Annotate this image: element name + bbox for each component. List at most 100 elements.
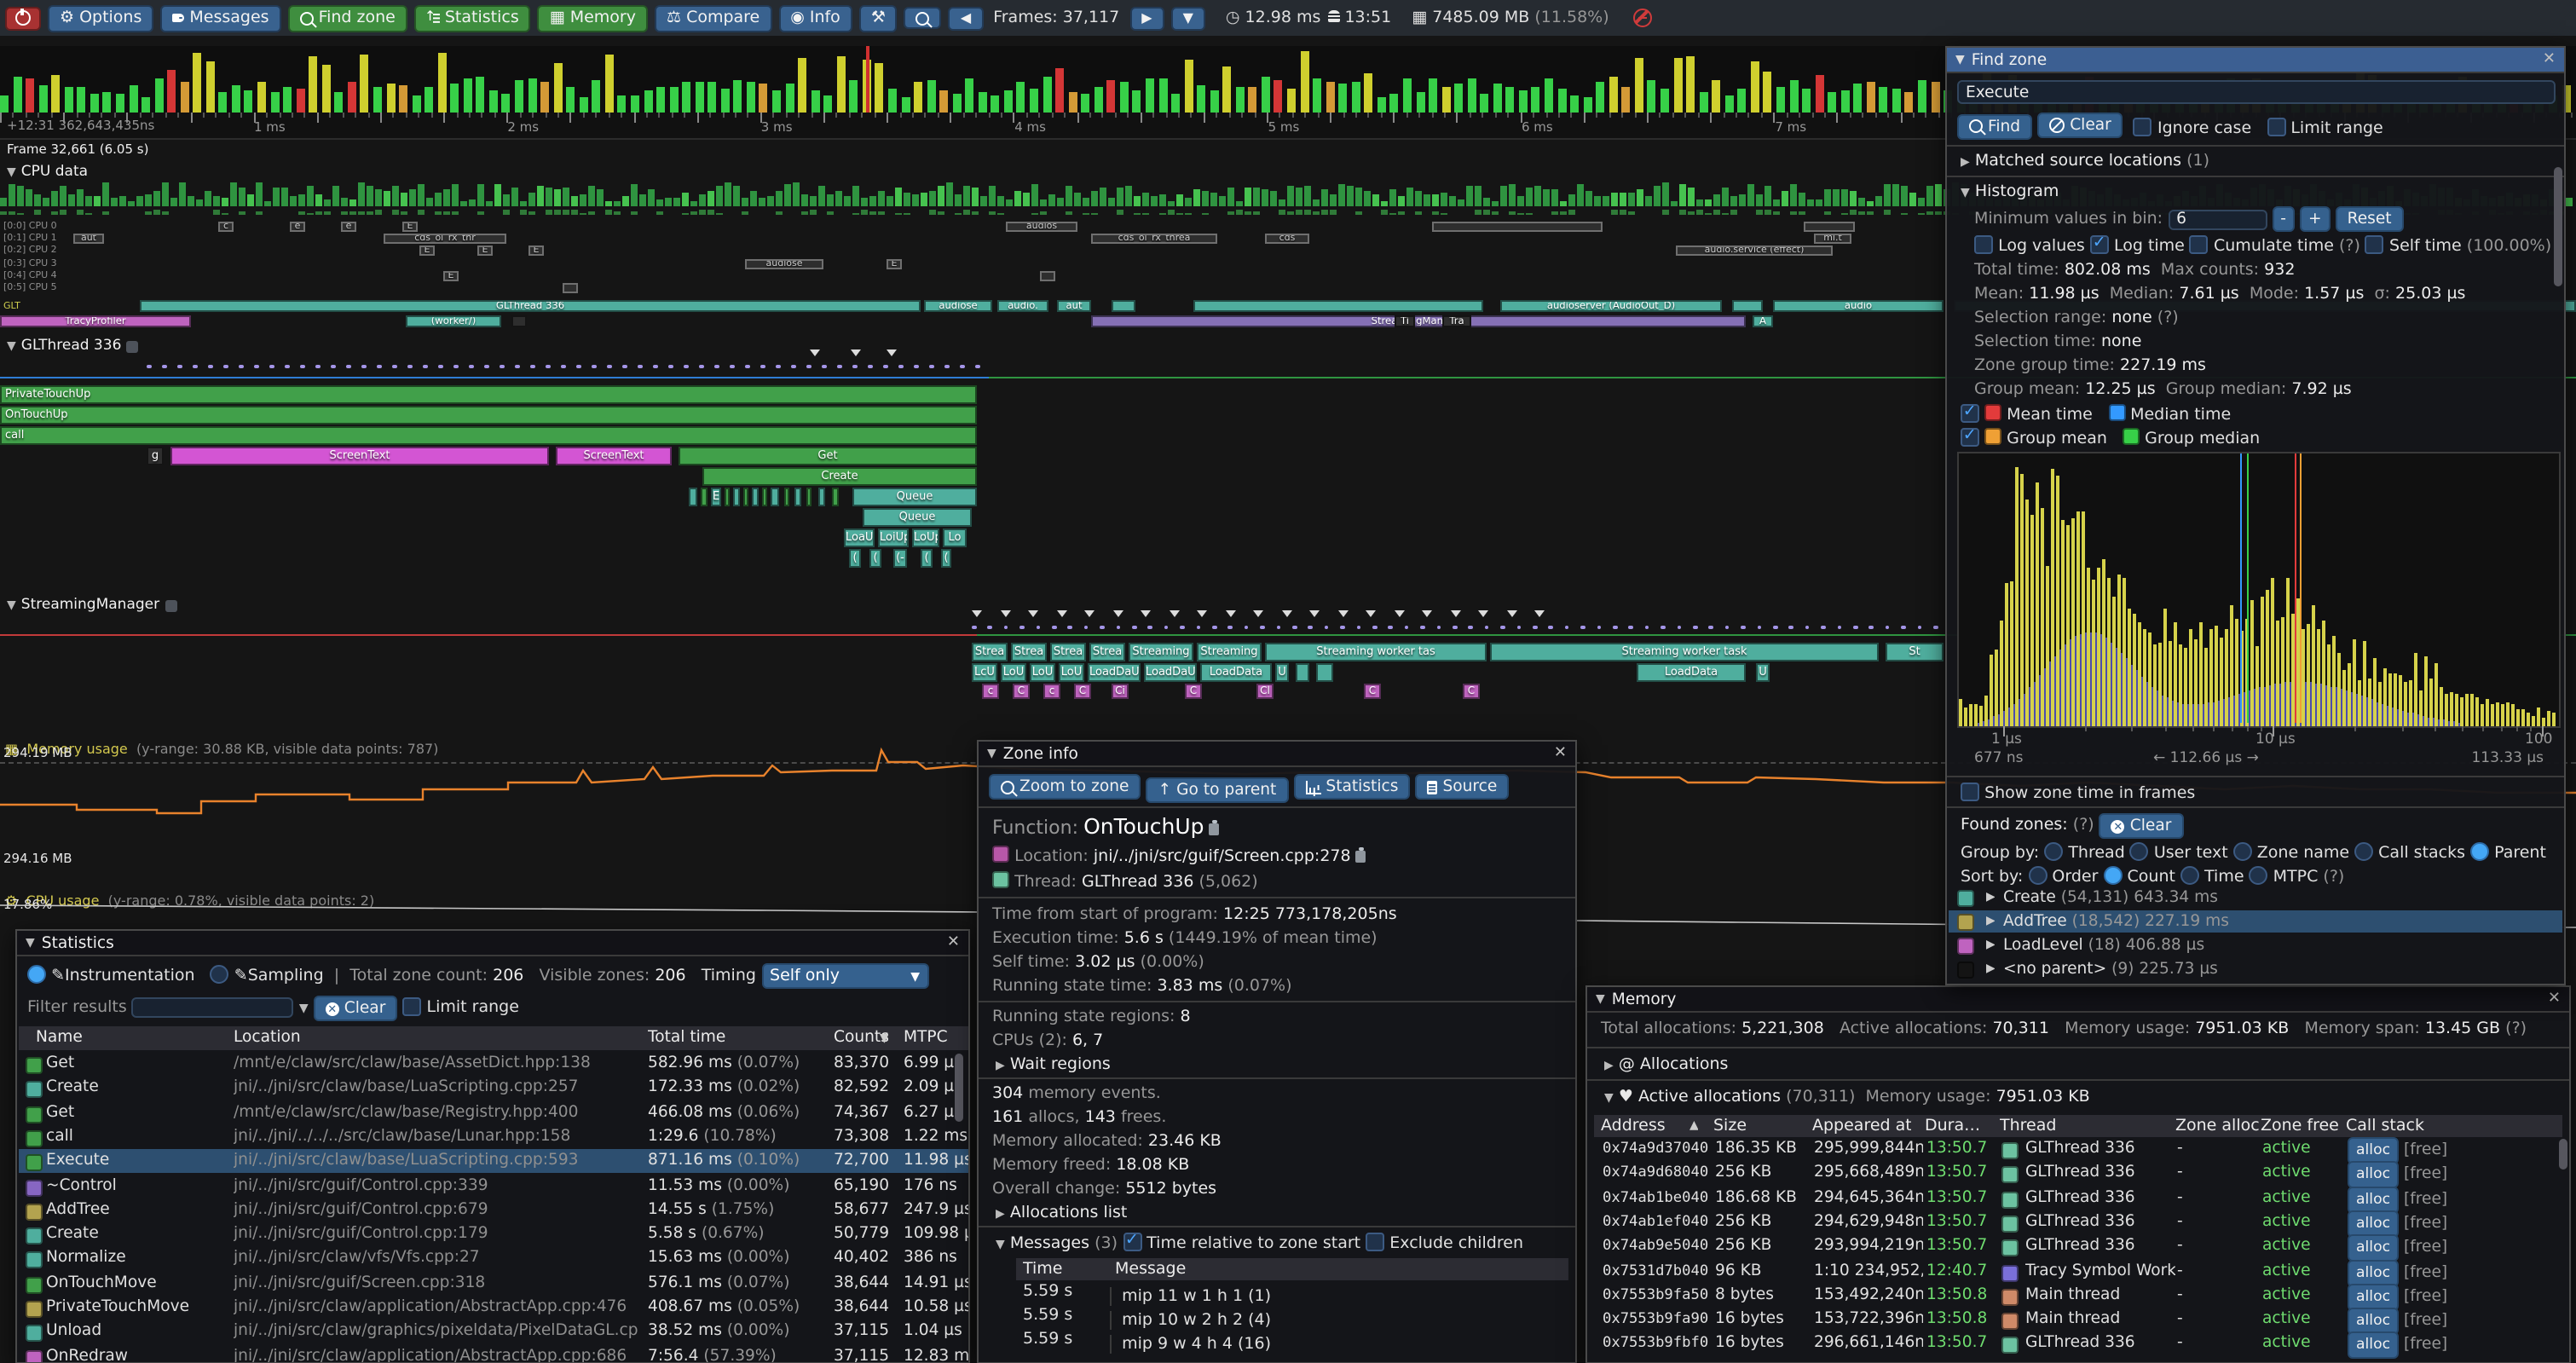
- found-zones-list[interactable]: ▶ Create (54,131) 643.34 ms ▶ AddTree (1…: [1947, 887, 2566, 985]
- histogram-plot[interactable]: [1957, 452, 2561, 728]
- memory-panel-header[interactable]: ▼Memory✕: [1587, 987, 2569, 1013]
- zoom-tool-button[interactable]: [904, 7, 942, 29]
- alloc-callstack-button[interactable]: alloc: [2348, 1162, 2399, 1189]
- memory-row[interactable]: 0x74a9d37040 186.35 KB 295,999,844ns 13:…: [1596, 1137, 2562, 1162]
- funnel-icon[interactable]: ▼: [299, 1002, 309, 1015]
- alloc-callstack-button[interactable]: alloc: [2348, 1137, 2399, 1164]
- find-zone-button[interactable]: Find zone: [288, 4, 407, 32]
- stats-row[interactable]: Create jni/../jni/src/claw/base/LuaScrip…: [19, 1077, 968, 1100]
- memory-table-body[interactable]: 0x74a9d37040 186.35 KB 295,999,844ns 13:…: [1594, 1137, 2562, 1362]
- memory-row[interactable]: 0x74a9d68040 256 KB 295,668,489ns 13:50.…: [1596, 1162, 2562, 1187]
- stats-row[interactable]: Unload jni/../jni/src/claw/graphics/pixe…: [19, 1320, 968, 1344]
- sampling-radio[interactable]: [211, 965, 229, 984]
- group-mean-checkbox[interactable]: [1961, 428, 1979, 447]
- source-button[interactable]: Source: [1415, 775, 1509, 800]
- found-zone-row[interactable]: ▶ LoadLevel (18) 406.88 µs: [1949, 934, 2563, 956]
- log-values-checkbox[interactable]: [1974, 235, 1993, 254]
- find-zone-header[interactable]: ▼Find zone✕: [1947, 48, 2564, 73]
- radio-time[interactable]: [2180, 866, 2199, 885]
- options-button[interactable]: ⚙Options: [48, 4, 153, 32]
- ignore-case-checkbox[interactable]: [2134, 118, 2152, 136]
- frame-dropdown-button[interactable]: ▼: [1171, 6, 1205, 30]
- messages-button[interactable]: Messages: [160, 4, 280, 32]
- stats-row[interactable]: PrivateTouchMove jni/../jni/src/claw/app…: [19, 1296, 968, 1320]
- decrement-button[interactable]: -: [2272, 206, 2295, 232]
- power-button[interactable]: [5, 6, 41, 30]
- time-relative-checkbox[interactable]: [1123, 1233, 1141, 1251]
- clipboard-icon[interactable]: [1356, 850, 1366, 863]
- found-zone-row[interactable]: ▶ Create (54,131) 643.34 ms: [1949, 887, 2563, 909]
- message-row[interactable]: 5.59 s mip 11 w 1 h 1 (1): [1016, 1282, 1271, 1306]
- stats-row[interactable]: Execute jni/../jni/src/claw/base/LuaScri…: [19, 1149, 968, 1173]
- filter-input[interactable]: [132, 997, 294, 1018]
- exclude-children-checkbox[interactable]: [1366, 1233, 1384, 1251]
- log-time-checkbox[interactable]: [2090, 235, 2109, 254]
- memory-button[interactable]: ▦Memory: [538, 4, 648, 32]
- statistics-panel-header[interactable]: ▼Statistics✕: [17, 931, 968, 956]
- memory-row[interactable]: 0x74ab9e5040 256 KB 293,994,219ns 13:50.…: [1596, 1234, 2562, 1259]
- zone-info-header[interactable]: ▼Zone info✕: [979, 742, 1575, 767]
- stats-row[interactable]: Create jni/../jni/src/guif/Control.cpp:1…: [19, 1222, 968, 1246]
- alloc-callstack-button[interactable]: alloc: [2348, 1332, 2399, 1360]
- messages-toggle[interactable]: ▼ Messages (3) Time relative to zone sta…: [996, 1233, 1523, 1253]
- clear-found-button[interactable]: ✕Clear: [2099, 813, 2184, 839]
- stats-row[interactable]: AddTree jni/../jni/src/guif/Control.cpp:…: [19, 1198, 968, 1222]
- allocations-list-toggle[interactable]: ▶ Allocations list: [996, 1204, 1127, 1222]
- found-zone-row[interactable]: ▶ <no parent> (9) 225.73 µs: [1949, 958, 2563, 980]
- stats-row[interactable]: Get /mnt/e/claw/src/claw/base/AssetDict.…: [19, 1052, 968, 1076]
- memory-table-header[interactable]: Address ▲ Size Appeared at Dura… Thread …: [1594, 1115, 2562, 1137]
- mean-time-checkbox[interactable]: [1961, 404, 1979, 423]
- prev-frame-button[interactable]: ◀: [949, 6, 983, 30]
- stats-scrollbar[interactable]: [955, 1054, 963, 1122]
- stats-row[interactable]: Get /mnt/e/claw/src/claw/base/Registry.h…: [19, 1100, 968, 1124]
- stats-row[interactable]: OnRedraw jni/../jni/src/claw/application…: [19, 1344, 968, 1363]
- next-frame-button[interactable]: ▶: [1129, 6, 1164, 30]
- memory-row[interactable]: 0x74ab1be040 186.68 KB 294,645,364ns 13:…: [1596, 1186, 2562, 1210]
- close-icon[interactable]: ✕: [947, 934, 960, 951]
- info-button[interactable]: ◉Info: [778, 4, 852, 32]
- alloc-callstack-button[interactable]: alloc: [2348, 1186, 2399, 1213]
- compare-button[interactable]: ⚖Compare: [655, 4, 771, 32]
- close-icon[interactable]: ✕: [1554, 745, 1567, 762]
- show-zone-time-checkbox[interactable]: [1961, 783, 1979, 801]
- memory-row[interactable]: 0x74ab1ef040 256 KB 294,629,948ns 13:50.…: [1596, 1210, 2562, 1235]
- go-to-parent-button[interactable]: ↑Go to parent: [1146, 777, 1289, 802]
- alloc-callstack-button[interactable]: alloc: [2348, 1234, 2399, 1262]
- timing-dropdown[interactable]: Self only▼: [761, 963, 928, 989]
- alloc-callstack-button[interactable]: alloc: [2348, 1259, 2399, 1286]
- radio-mtpc[interactable]: [2250, 866, 2268, 885]
- stats-row[interactable]: ~Control jni/../jni/src/guif/Control.cpp…: [19, 1174, 968, 1198]
- stats-table-body[interactable]: Get /mnt/e/claw/src/claw/base/AssetDict.…: [17, 1052, 968, 1363]
- reset-button[interactable]: Reset: [2336, 206, 2404, 232]
- memory-row[interactable]: 0x7531d7b040 96 KB 1:10 234,952,161 12:4…: [1596, 1259, 2562, 1284]
- radio-user-text[interactable]: [2130, 842, 2149, 861]
- instrumentation-radio[interactable]: [27, 965, 46, 984]
- cumulate-time-checkbox[interactable]: [2190, 235, 2209, 254]
- clipboard-icon[interactable]: [1210, 823, 1220, 835]
- stats-row[interactable]: call jni/../jni/../../../src/claw/base/L…: [19, 1125, 968, 1149]
- histogram-toggle[interactable]: ▼ Histogram: [1961, 182, 2059, 201]
- min-bin-input[interactable]: [2168, 209, 2267, 229]
- close-icon[interactable]: ✕: [2543, 51, 2556, 68]
- radio-order[interactable]: [2028, 866, 2047, 885]
- allocations-toggle[interactable]: ▶ @ Allocations: [1604, 1055, 1728, 1074]
- clear-button[interactable]: Clear: [2037, 113, 2123, 138]
- stats-row[interactable]: OnTouchMove jni/../jni/src/guif/Screen.c…: [19, 1271, 968, 1295]
- alloc-callstack-button[interactable]: alloc: [2348, 1308, 2399, 1335]
- message-row[interactable]: 5.59 s mip 10 w 2 h 2 (4): [1016, 1306, 1271, 1330]
- limit-range-checkbox[interactable]: [2267, 118, 2285, 136]
- zoom-to-zone-button[interactable]: Zoom to zone: [989, 774, 1141, 800]
- found-zone-row[interactable]: ▶ AddTree (18,542) 227.19 ms: [1949, 910, 2563, 933]
- limit-range-checkbox[interactable]: [402, 996, 421, 1015]
- clear-filter-button[interactable]: ✕Clear: [314, 996, 398, 1021]
- find-zone-input[interactable]: [1957, 80, 2556, 104]
- memory-row[interactable]: 0x7553b9fbf0 16 bytes 296,661,146ns 13:5…: [1596, 1332, 2562, 1357]
- message-row[interactable]: 5.59 s mip 9 w 4 h 4 (16): [1016, 1330, 1271, 1354]
- increment-button[interactable]: +: [2300, 206, 2331, 232]
- tools-button[interactable]: ⚒: [859, 4, 898, 32]
- alloc-callstack-button[interactable]: alloc: [2348, 1284, 2399, 1311]
- find-button[interactable]: Find: [1957, 113, 2032, 139]
- wait-regions-toggle[interactable]: ▶ Wait regions: [996, 1055, 1111, 1074]
- stats-table-header[interactable]: Name Location Total time Counts ▼ MTPC: [19, 1026, 968, 1050]
- radio-call-stacks[interactable]: [2354, 842, 2373, 861]
